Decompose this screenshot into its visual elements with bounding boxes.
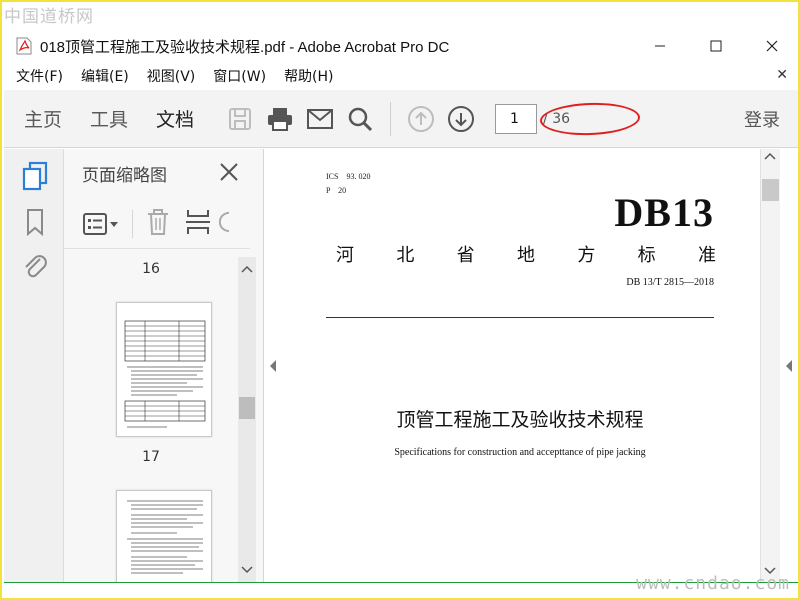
bookmark-icon[interactable] — [22, 207, 48, 237]
arrow-down-circle-icon — [448, 105, 475, 132]
options-menu-button[interactable] — [82, 212, 120, 236]
page-thumbnails-icon[interactable] — [22, 161, 48, 191]
delete-page-button[interactable] — [145, 208, 171, 240]
standard-type: 河 北 省 地 方 标 准 — [336, 241, 716, 267]
printer-icon — [268, 107, 293, 131]
screenshot-frame: 中国道桥网 018顶管工程施工及验收技术规程.pdf - Adobe Acrob… — [0, 0, 800, 600]
menu-window[interactable]: 窗口(W) — [213, 66, 266, 86]
trash-icon — [148, 208, 168, 235]
login-button[interactable]: 登录 — [744, 106, 780, 132]
highlight-ellipse — [539, 101, 641, 137]
minimize-icon — [655, 45, 665, 47]
close-icon — [766, 40, 778, 52]
extract-pages-button[interactable] — [185, 208, 211, 240]
document-page: ICS 93. 020 P 20 DB13 河 北 省 地 方 标 准 DB 1… — [280, 149, 760, 582]
db-code: DB13 — [614, 190, 714, 235]
document-scroll-thumb[interactable] — [762, 179, 779, 201]
thumbnail-page-label: 17 — [142, 449, 160, 465]
arrow-up-circle-icon — [408, 105, 435, 132]
print-button[interactable] — [260, 99, 300, 139]
right-side-pane — [780, 149, 798, 582]
menu-help[interactable]: 帮助(H) — [284, 66, 333, 86]
save-icon — [229, 107, 252, 130]
p-code: P 20 — [326, 186, 347, 195]
horizontal-rule — [326, 317, 714, 318]
close-window-button[interactable] — [744, 30, 798, 62]
scroll-down-icon — [241, 566, 253, 574]
ics-code: ICS 93. 020 — [326, 172, 371, 181]
rotate-page-button[interactable] — [219, 208, 229, 240]
menu-file[interactable]: 文件(F) — [16, 66, 63, 86]
watermark-top: 中国道桥网 — [4, 7, 94, 27]
envelope-icon — [307, 108, 334, 129]
minimize-button[interactable] — [632, 30, 688, 62]
search-button[interactable] — [340, 99, 380, 139]
standard-type-char: 河 — [336, 245, 354, 266]
document-title-en: Specifications for construction and acce… — [394, 447, 646, 458]
scroll-up-icon — [241, 265, 253, 273]
thumbnail-scrollbar[interactable] — [238, 257, 256, 582]
standard-type-char: 地 — [516, 245, 535, 266]
maximize-icon — [710, 40, 722, 52]
thumbnail-content-16 — [124, 320, 206, 428]
standard-type-char: 省 — [456, 245, 475, 266]
tool-separator — [132, 209, 133, 238]
page-number-input[interactable]: 1 — [495, 103, 538, 134]
thumbnail-scroll-thumb[interactable] — [239, 397, 255, 419]
thumbnail-content-17 — [127, 500, 203, 574]
document-title-cn: 顶管工程施工及验收技术规程 — [396, 409, 644, 431]
navigation-pane-strip — [4, 149, 64, 582]
title-bar: 018顶管工程施工及验收技术规程.pdf - Adobe Acrobat Pro… — [4, 30, 798, 62]
collapse-left-panel-icon[interactable] — [268, 358, 278, 372]
standard-number: DB 13/T 2815—2018 — [626, 277, 714, 288]
close-icon — [220, 163, 238, 181]
thumbnail-toolbar — [64, 199, 250, 249]
thumbnail-list: 16 17 — [64, 257, 238, 582]
thumbnail-panel: 页面缩略图 16 17 — [64, 149, 264, 582]
standard-type-char: 北 — [396, 245, 415, 266]
expand-right-panel-icon[interactable] — [784, 358, 794, 377]
window-title: 018顶管工程施工及验收技术规程.pdf - Adobe Acrobat Pro… — [40, 38, 450, 56]
tab-tools[interactable]: 工具 — [80, 105, 138, 132]
window-controls — [632, 30, 798, 62]
document-scrollbar[interactable] — [760, 149, 780, 582]
close-document-button[interactable]: ✕ — [776, 67, 788, 83]
standard-type-char: 准 — [697, 245, 716, 266]
menu-view[interactable]: 视图(V) — [147, 66, 196, 86]
search-icon — [348, 107, 373, 131]
thumbnail-page-17[interactable] — [116, 490, 212, 582]
attachment-icon[interactable] — [22, 251, 48, 281]
save-button[interactable] — [220, 99, 260, 139]
main-toolbar: 主页 工具 文档 1 / 36 登录 — [4, 90, 798, 148]
maximize-button[interactable] — [688, 30, 744, 62]
standard-type-char: 标 — [637, 245, 656, 266]
close-panel-button[interactable] — [214, 157, 244, 187]
list-options-icon — [83, 212, 118, 235]
thumbnail-panel-title: 页面缩略图 — [82, 166, 167, 186]
toolbar-separator — [390, 101, 392, 136]
tab-document[interactable]: 文档 — [146, 105, 204, 132]
thumbnail-page-label: 16 — [142, 261, 160, 277]
extract-pages-icon — [186, 209, 210, 234]
next-page-button[interactable] — [441, 99, 481, 139]
menu-edit[interactable]: 编辑(E) — [81, 66, 129, 86]
pdf-file-icon — [16, 37, 32, 55]
watermark-bottom: www.cndao.com — [636, 573, 790, 594]
rotate-icon — [219, 211, 229, 232]
thumbnail-page-16[interactable] — [116, 302, 212, 437]
scroll-up-icon — [764, 152, 776, 160]
document-viewport: ICS 93. 020 P 20 DB13 河 北 省 地 方 标 准 DB 1… — [280, 149, 760, 582]
menu-bar: 文件(F) 编辑(E) 视图(V) 窗口(W) 帮助(H) ✕ — [4, 64, 798, 88]
previous-page-button[interactable] — [401, 99, 441, 139]
tab-home[interactable]: 主页 — [14, 105, 72, 132]
email-button[interactable] — [300, 99, 340, 139]
standard-type-char: 方 — [577, 245, 596, 266]
